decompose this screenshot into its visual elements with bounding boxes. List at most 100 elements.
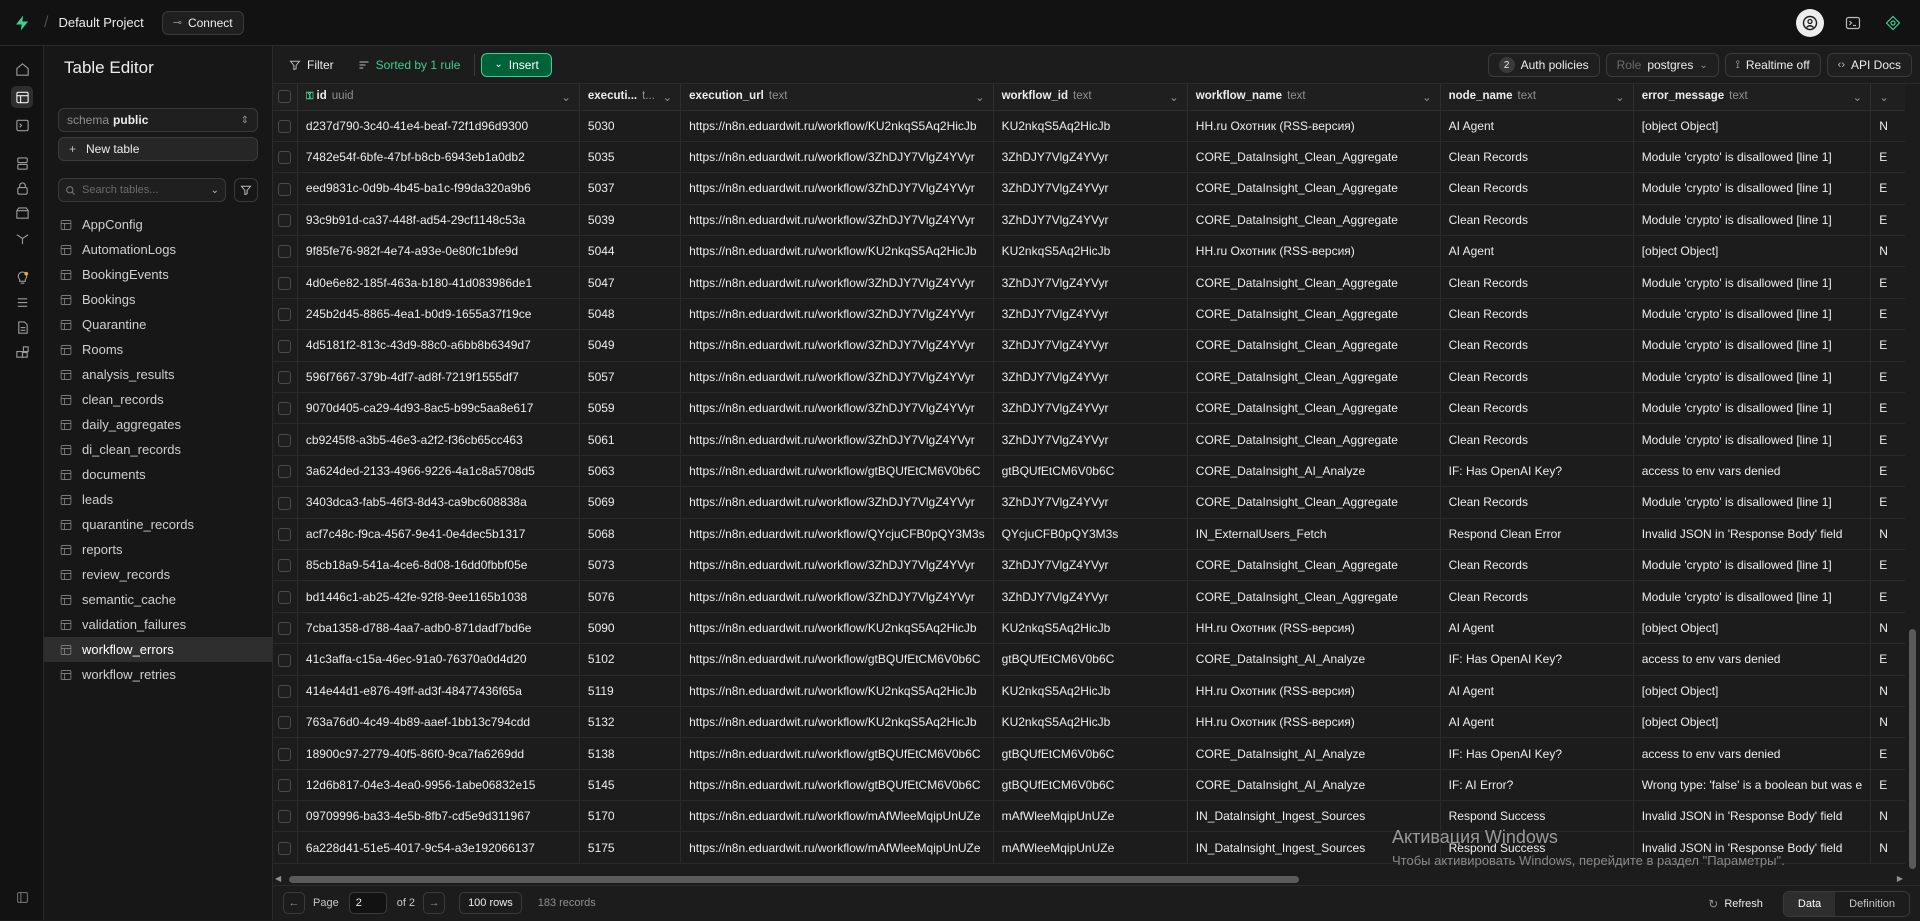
row-checkbox[interactable] (273, 110, 298, 142)
collapse-sidebar-icon[interactable] (11, 886, 33, 908)
table-cell[interactable]: https://n8n.eduardwit.ru/workflow/3ZhDJY… (680, 329, 994, 362)
table-cell[interactable]: CORE_DataInsight_AI_Analyze (1187, 643, 1441, 676)
table-row[interactable]: 09709996-ba33-4e5b-8fb7-cd5e9d311967 5170… (273, 800, 1920, 833)
table-cell[interactable]: QYcjuCFB0pQY3M3s (993, 518, 1188, 550)
table-cell[interactable]: 09709996-ba33-4e5b-8fb7-cd5e9d311967 (297, 800, 580, 833)
advisors-icon[interactable] (11, 266, 33, 288)
table-cell[interactable]: Clean Records (1440, 141, 1634, 174)
table-cell[interactable]: 7cba1358-d788-4aa7-adb0-871dadf7bd6e (297, 612, 580, 645)
row-checkbox[interactable] (273, 643, 298, 676)
table-cell[interactable]: Module 'crypto' is disallowed [line 1] (1633, 580, 1872, 613)
table-cell[interactable]: Module 'crypto' is disallowed [line 1] (1633, 266, 1872, 299)
column-header-workflow_id[interactable]: workflow_id text ⌄ (993, 84, 1188, 111)
table-cell[interactable]: CORE_DataInsight_Clean_Aggregate (1187, 141, 1441, 174)
table-cell[interactable]: eed9831c-0d9b-4b45-ba1c-f99da320a9b6 (297, 172, 580, 205)
connect-button[interactable]: ⊸ Connect (161, 10, 244, 35)
table-cell[interactable]: CORE_DataInsight_Clean_Aggregate (1187, 266, 1441, 299)
insert-button[interactable]: ⌄ Insert (481, 52, 552, 77)
tab-data[interactable]: Data (1783, 891, 1836, 916)
sort-button[interactable]: Sorted by 1 rule (350, 53, 469, 77)
table-cell[interactable]: HH.ru Охотник (RSS-версия) (1187, 675, 1441, 707)
table-cell[interactable]: 3ZhDJY7VlgZ4YVyr (993, 266, 1188, 299)
table-cell[interactable]: KU2nkqS5Aq2HicJb (993, 675, 1188, 707)
row-checkbox[interactable] (273, 361, 298, 394)
table-cell[interactable]: Invalid JSON in 'Response Body' field (1633, 831, 1872, 864)
table-cell[interactable]: 5175 (579, 831, 682, 864)
table-cell[interactable]: Module 'crypto' is disallowed [line 1] (1633, 486, 1872, 519)
table-cell[interactable]: Module 'crypto' is disallowed [line 1] (1633, 141, 1872, 174)
page-input[interactable]: 2 (348, 892, 387, 914)
table-row[interactable]: d237d790-3c40-41e4-beaf-72f1d96d9300 5030… (273, 110, 1920, 142)
table-cell[interactable]: Respond Clean Error (1440, 518, 1634, 550)
table-cell[interactable]: 3ZhDJY7VlgZ4YVyr (993, 329, 1188, 362)
sidebar-table-validation-failures[interactable]: validation_failures (44, 612, 273, 637)
realtime-button[interactable]: ⟟ Realtime off (1724, 53, 1821, 77)
table-cell[interactable]: access to env vars denied (1633, 737, 1872, 770)
table-cell[interactable]: [object Object] (1633, 706, 1872, 739)
table-cell[interactable]: 6a228d41-51e5-4017-9c54-a3e192066137 (297, 831, 580, 864)
table-cell[interactable]: gtBQUfEtCM6V0b6C (993, 455, 1188, 488)
table-cell[interactable]: IN_DataInsight_Ingest_Sources (1187, 800, 1441, 833)
table-row[interactable]: 4d0e6e82-185f-463a-b180-41d083986de1 5047… (273, 266, 1920, 299)
table-cell[interactable]: mAfWleeMqipUnUZe (993, 831, 1188, 864)
horizontal-scroll-thumb[interactable] (289, 876, 1299, 883)
chevron-down-icon[interactable]: ⌄ (1615, 90, 1625, 104)
table-cell[interactable]: IF: AI Error? (1440, 769, 1634, 802)
table-row[interactable]: 41c3affa-c15a-46ec-91a0-76370a0d4d20 5102… (273, 643, 1920, 676)
table-cell[interactable]: Module 'crypto' is disallowed [line 1] (1633, 361, 1872, 394)
table-cell[interactable]: https://n8n.eduardwit.ru/workflow/mAfWle… (680, 800, 994, 833)
table-cell[interactable]: Clean Records (1440, 266, 1634, 299)
table-cell[interactable]: 5170 (579, 800, 682, 833)
row-checkbox[interactable] (273, 706, 298, 739)
table-cell[interactable]: CORE_DataInsight_Clean_Aggregate (1187, 361, 1441, 394)
sidebar-table-bookingevents[interactable]: BookingEvents (44, 262, 273, 287)
table-cell[interactable]: 3ZhDJY7VlgZ4YVyr (993, 141, 1188, 174)
sidebar-table-appconfig[interactable]: AppConfig (44, 212, 273, 237)
sidebar-table-di-clean-records[interactable]: di_clean_records (44, 437, 273, 462)
table-row[interactable]: bd1446c1-ab25-42fe-92f8-9ee1165b1038 5076… (273, 580, 1920, 613)
table-cell[interactable]: 5047 (579, 266, 682, 299)
row-checkbox[interactable] (273, 235, 298, 268)
table-cell[interactable]: 5102 (579, 643, 682, 676)
database-icon[interactable] (11, 152, 33, 174)
refresh-button[interactable]: ↻ Refresh (1700, 892, 1771, 916)
table-row[interactable]: 18900c97-2779-40f5-86f0-9ca7fa6269dd 5138… (273, 737, 1920, 770)
column-header-node_name[interactable]: node_name text ⌄ (1440, 84, 1634, 111)
table-cell[interactable]: Clean Records (1440, 486, 1634, 519)
column-header-workflow_name[interactable]: workflow_name text ⌄ (1187, 84, 1441, 111)
table-cell[interactable]: https://n8n.eduardwit.ru/workflow/KU2nkq… (680, 675, 994, 707)
edge-functions-icon[interactable] (11, 227, 33, 249)
table-cell[interactable]: CORE_DataInsight_AI_Analyze (1187, 769, 1441, 802)
table-row[interactable]: 6a228d41-51e5-4017-9c54-a3e192066137 5175… (273, 831, 1920, 864)
table-cell[interactable]: 3ZhDJY7VlgZ4YVyr (993, 486, 1188, 519)
sidebar-table-clean-records[interactable]: clean_records (44, 387, 273, 412)
sql-editor-icon[interactable] (11, 114, 33, 136)
new-table-button[interactable]: + New table (58, 137, 258, 161)
table-cell[interactable]: https://n8n.eduardwit.ru/workflow/3ZhDJY… (680, 486, 994, 519)
chevron-down-icon[interactable]: ⌄ (1422, 90, 1432, 104)
table-cell[interactable]: 3ZhDJY7VlgZ4YVyr (993, 361, 1188, 394)
sidebar-table-quarantine-records[interactable]: quarantine_records (44, 512, 273, 537)
row-checkbox[interactable] (273, 675, 298, 707)
row-checkbox[interactable] (273, 831, 298, 864)
table-cell[interactable]: Clean Records (1440, 423, 1634, 456)
horizontal-scrollbar[interactable]: ◀ ▶ (273, 874, 1905, 884)
table-cell[interactable]: 9070d405-ca29-4d93-8ac5-b99c5aa8e617 (297, 392, 580, 425)
search-tables-input[interactable]: Search tables... ⌄ (58, 178, 226, 202)
table-cell[interactable]: CORE_DataInsight_Clean_Aggregate (1187, 580, 1441, 613)
home-icon[interactable] (11, 58, 33, 80)
table-row[interactable]: eed9831c-0d9b-4b45-ba1c-f99da320a9b6 5037… (273, 172, 1920, 205)
table-cell[interactable]: https://n8n.eduardwit.ru/workflow/3ZhDJY… (680, 266, 994, 299)
table-row[interactable]: 596f7667-379b-4df7-ad8f-7219f1555df7 5057… (273, 361, 1920, 394)
column-header-executi[interactable]: executi... t... ⌄ (579, 84, 682, 111)
table-cell[interactable]: Wrong type: 'false' is a boolean but was… (1633, 769, 1872, 802)
table-cell[interactable]: HH.ru Охотник (RSS-версия) (1187, 110, 1441, 142)
chevron-down-icon[interactable]: ⌄ (1879, 90, 1889, 104)
table-cell[interactable]: https://n8n.eduardwit.ru/workflow/KU2nkq… (680, 612, 994, 645)
row-checkbox[interactable] (273, 298, 298, 331)
table-cell[interactable]: https://n8n.eduardwit.ru/workflow/3ZhDJY… (680, 141, 994, 174)
table-cell[interactable]: 3ZhDJY7VlgZ4YVyr (993, 204, 1188, 237)
assistant-icon[interactable] (1882, 12, 1904, 34)
table-cell[interactable]: Module 'crypto' is disallowed [line 1] (1633, 204, 1872, 237)
table-cell[interactable]: IN_DataInsight_Ingest_Sources (1187, 831, 1441, 864)
